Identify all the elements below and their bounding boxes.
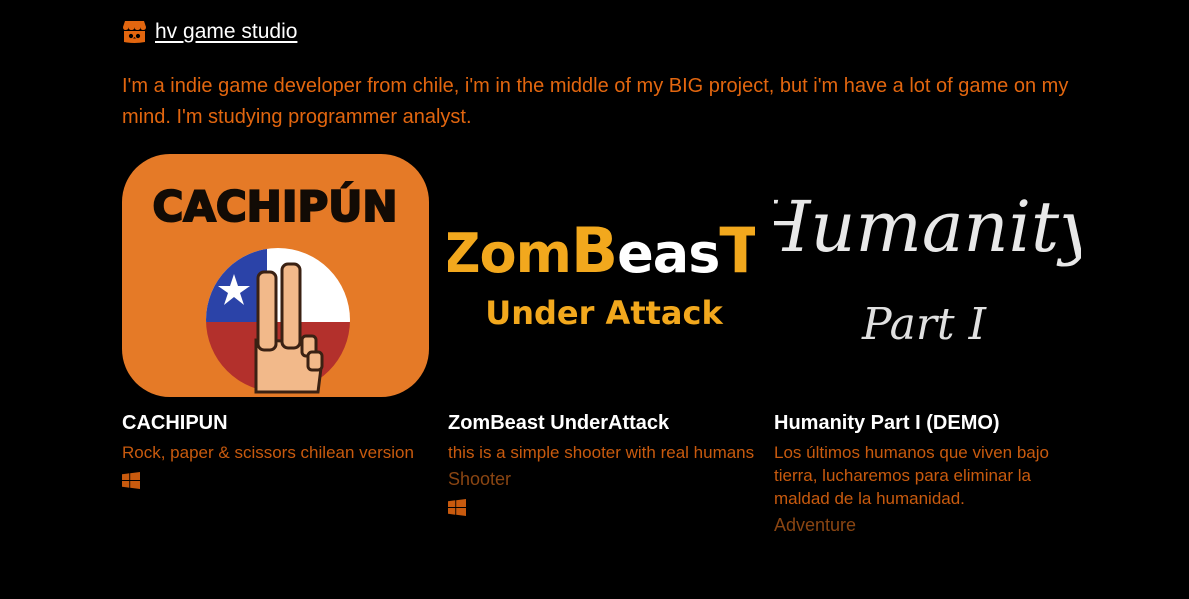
game-title-cachipun[interactable]: CACHIPUN: [122, 410, 429, 436]
game-card-humanity: Humanity Part I Humanity Part I (DEMO) L…: [774, 154, 1081, 537]
studio-name-link[interactable]: hv game studio: [155, 20, 297, 44]
humanity-cover-art: Humanity Part I: [774, 154, 1081, 397]
windows-icon: [122, 472, 140, 489]
humanity-cover-subtitle: Part I: [861, 299, 988, 350]
game-description-zombeast: this is a simple shooter with real human…: [448, 443, 755, 462]
studio-bio: I'm a indie game developer from chile, i…: [122, 75, 1069, 128]
game-card-zombeast: ZomBeasT Under Attack ZomBeast UnderAtta…: [448, 154, 755, 537]
windows-icon: [448, 499, 466, 516]
game-title-humanity[interactable]: Humanity Part I (DEMO): [774, 410, 1081, 436]
game-genre-zombeast[interactable]: Shooter: [448, 468, 755, 491]
zombeast-cover-title: ZomBeasT: [448, 214, 755, 287]
game-description-humanity: Los últimos humanos que viven bajo tierr…: [774, 443, 1049, 508]
game-thumbnail-zombeast[interactable]: ZomBeasT Under Attack: [448, 154, 755, 397]
humanity-cover-title: Humanity: [774, 186, 1081, 268]
itchio-store-icon: [123, 21, 146, 43]
game-genre-humanity[interactable]: Adventure: [774, 514, 1081, 537]
game-thumbnail-humanity[interactable]: Humanity Part I: [774, 154, 1081, 397]
game-card-cachipun: CACHIPÚN CACHIPUN Rock, paper & scissors…: [122, 154, 429, 537]
zombeast-cover-art: ZomBeasT Under Attack: [448, 154, 755, 397]
cachipun-cover-title: CACHIPÚN: [153, 181, 398, 231]
game-thumbnail-cachipun[interactable]: CACHIPÚN: [122, 154, 429, 397]
game-description-cachipun: Rock, paper & scissors chilean version: [122, 443, 414, 462]
game-title-zombeast[interactable]: ZomBeast UnderAttack: [448, 410, 755, 436]
studio-header: hv game studio: [122, 20, 297, 44]
game-grid: CACHIPÚN CACHIPUN Rock, paper & scissors…: [122, 154, 1081, 537]
cachipun-cover-art: CACHIPÚN: [122, 154, 429, 397]
zombeast-cover-subtitle: Under Attack: [485, 294, 723, 332]
